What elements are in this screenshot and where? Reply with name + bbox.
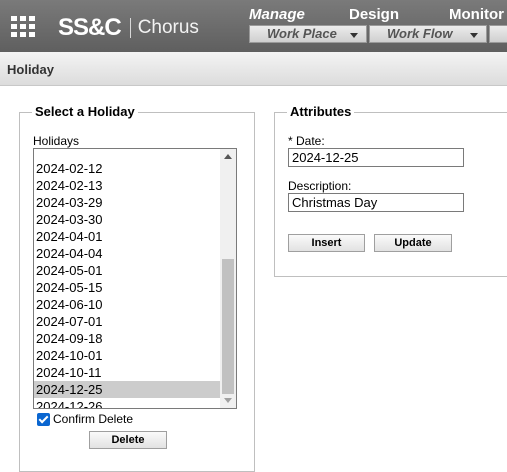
- chevron-down-icon: [350, 33, 358, 38]
- list-item[interactable]: 2024-03-29: [34, 194, 220, 211]
- list-item[interactable]: 2024-09-18: [34, 330, 220, 347]
- confirm-delete-label: Confirm Delete: [53, 412, 134, 426]
- logo-mark: SS&C: [58, 14, 122, 41]
- list-item[interactable]: 2024-07-01: [34, 313, 220, 330]
- list-item[interactable]: 2024-02-13: [34, 177, 220, 194]
- tab-work-flow[interactable]: Work Flow: [369, 25, 487, 43]
- list-item[interactable]: 2024-05-15: [34, 279, 220, 296]
- date-label: * Date:: [288, 134, 325, 148]
- app-header: SS&C Chorus Manage Design Monitor Work P…: [0, 0, 507, 52]
- select-holiday-legend: Select a Holiday: [32, 104, 138, 119]
- date-field[interactable]: 2024-12-25: [288, 148, 464, 167]
- scrollbar-thumb[interactable]: [222, 259, 234, 394]
- list-item[interactable]: 2024-12-26: [34, 398, 220, 408]
- nav-design[interactable]: Design: [349, 6, 399, 23]
- insert-button[interactable]: Insert: [288, 234, 365, 252]
- logo: SS&C Chorus: [58, 14, 199, 42]
- tab-work-place[interactable]: Work Place: [249, 25, 367, 43]
- holidays-list: 2024-02-12 2024-02-13 2024-03-29 2024-03-30…: [34, 149, 220, 408]
- list-item[interactable]: 2024-04-04: [34, 245, 220, 262]
- scroll-down-arrow-icon[interactable]: [224, 398, 232, 403]
- chevron-down-icon: [470, 33, 478, 38]
- list-item[interactable]: 2024-05-01: [34, 262, 220, 279]
- app-grid-icon[interactable]: [11, 16, 35, 37]
- nav-manage[interactable]: Manage: [249, 6, 305, 23]
- page-title: Holiday: [0, 52, 507, 86]
- delete-button[interactable]: Delete: [89, 431, 167, 449]
- tab-more[interactable]: [489, 25, 507, 43]
- holidays-label: Holidays: [33, 134, 80, 148]
- list-item[interactable]: 2024-12-25: [34, 381, 220, 398]
- scroll-up-arrow-icon[interactable]: [224, 154, 232, 159]
- tab-work-flow-label: Work Flow: [387, 26, 453, 41]
- list-item[interactable]: [34, 149, 220, 160]
- listbox-scrollbar[interactable]: [220, 149, 236, 408]
- list-item[interactable]: 2024-02-12: [34, 160, 220, 177]
- list-item[interactable]: 2024-10-11: [34, 364, 220, 381]
- logo-divider: [129, 18, 131, 38]
- tab-work-place-label: Work Place: [267, 26, 337, 41]
- list-item[interactable]: 2024-06-10: [34, 296, 220, 313]
- product-name: Chorus: [137, 17, 199, 38]
- nav-monitor[interactable]: Monitor: [449, 6, 504, 23]
- list-item[interactable]: 2024-10-01: [34, 347, 220, 364]
- list-item[interactable]: 2024-04-01: [34, 228, 220, 245]
- update-button[interactable]: Update: [374, 234, 452, 252]
- holidays-listbox[interactable]: 2024-02-12 2024-02-13 2024-03-29 2024-03-30…: [33, 148, 237, 409]
- description-field[interactable]: Christmas Day: [288, 193, 464, 212]
- description-label: Description:: [288, 179, 352, 193]
- confirm-delete-checkbox[interactable]: [37, 413, 50, 426]
- attributes-legend: Attributes: [287, 104, 355, 119]
- list-item[interactable]: 2024-03-30: [34, 211, 220, 228]
